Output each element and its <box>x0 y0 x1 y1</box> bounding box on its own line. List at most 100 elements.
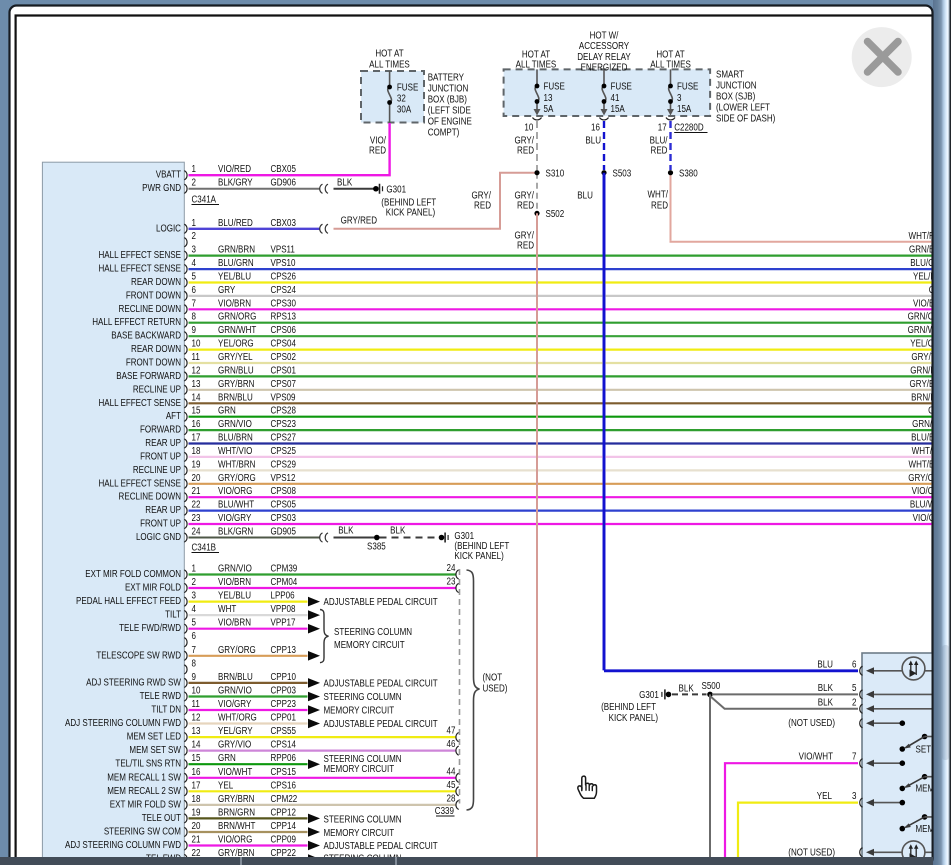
svg-text:RED: RED <box>651 200 668 211</box>
svg-text:11: 11 <box>192 698 200 709</box>
svg-text:23: 23 <box>447 576 456 587</box>
svg-text:MEMORY CIRCUIT: MEMORY CIRCUIT <box>323 827 394 838</box>
svg-text:RED: RED <box>517 240 534 251</box>
svg-text:6: 6 <box>192 630 196 641</box>
svg-text:GRY/BRN: GRY/BRN <box>910 378 946 389</box>
svg-text:CPS23: CPS23 <box>271 418 296 429</box>
svg-text:HOT AT: HOT AT <box>522 49 551 60</box>
svg-text:CPS05: CPS05 <box>271 499 296 510</box>
svg-text:ALL TIMES: ALL TIMES <box>650 59 691 70</box>
svg-text:GRN/BRN: GRN/BRN <box>218 244 255 255</box>
svg-text:BLU/WHT: BLU/WHT <box>910 499 947 510</box>
svg-text:CPS16: CPS16 <box>271 780 296 791</box>
svg-text:KICK PANEL): KICK PANEL) <box>454 550 503 561</box>
svg-text:(LOWER LEFT: (LOWER LEFT <box>716 102 770 113</box>
svg-text:RECLINE UP: RECLINE UP <box>133 464 181 475</box>
svg-text:BOX (BJB): BOX (BJB) <box>428 94 467 105</box>
svg-text:CPP13: CPP13 <box>271 644 296 655</box>
svg-text:BRN/WHT: BRN/WHT <box>218 820 256 831</box>
svg-text:7: 7 <box>192 644 196 655</box>
svg-text:FRONT DOWN: FRONT DOWN <box>126 357 181 368</box>
svg-text:FUSE: FUSE <box>543 81 564 92</box>
svg-text:GRY/VIO: GRY/VIO <box>218 739 251 750</box>
svg-text:46: 46 <box>447 738 456 749</box>
svg-text:ALL TIMES: ALL TIMES <box>516 59 557 70</box>
svg-text:SMART: SMART <box>716 69 744 80</box>
svg-text:VIO/BRN: VIO/BRN <box>218 298 251 309</box>
svg-text:GRN: GRN <box>218 405 236 416</box>
svg-text:19: 19 <box>192 807 201 818</box>
svg-text:SET: SET <box>915 744 931 755</box>
svg-text:C341B: C341B <box>192 542 217 553</box>
svg-text:13: 13 <box>192 725 201 736</box>
svg-text:32: 32 <box>397 93 406 104</box>
svg-text:STEERING COLUMN: STEERING COLUMN <box>334 626 412 637</box>
svg-text:WHT/BRN: WHT/BRN <box>218 459 255 470</box>
svg-text:CPM22: CPM22 <box>271 793 298 804</box>
svg-text:CBX03: CBX03 <box>271 217 296 228</box>
svg-text:YEL/ORG: YEL/ORG <box>910 338 946 349</box>
svg-text:(NOT USED): (NOT USED) <box>788 847 835 858</box>
svg-text:CPS27: CPS27 <box>271 432 296 443</box>
svg-text:GRN: GRN <box>928 405 946 416</box>
svg-text:VIO/BRN: VIO/BRN <box>218 617 251 628</box>
svg-text:18: 18 <box>192 445 201 456</box>
svg-text:VPS12: VPS12 <box>271 472 296 483</box>
svg-text:20: 20 <box>192 820 201 831</box>
svg-text:BLU/WHT: BLU/WHT <box>218 499 255 510</box>
svg-text:MEMORY CIRCUIT: MEMORY CIRCUIT <box>334 639 405 650</box>
svg-text:YEL/BLU: YEL/BLU <box>218 590 251 601</box>
svg-text:BLK: BLK <box>679 683 694 694</box>
svg-text:BLU/BRN: BLU/BRN <box>218 432 253 443</box>
svg-text:S503: S503 <box>612 168 631 179</box>
svg-text:STEERING COLUMN: STEERING COLUMN <box>323 753 401 764</box>
svg-text:RECLINE DOWN: RECLINE DOWN <box>119 491 181 502</box>
svg-text:14: 14 <box>192 739 201 750</box>
svg-text:CPS28: CPS28 <box>271 405 296 416</box>
svg-text:AFT: AFT <box>166 410 182 421</box>
svg-text:ADJ STEERING COLUMN FWD: ADJ STEERING COLUMN FWD <box>65 839 181 850</box>
svg-text:MEM: MEM <box>915 783 934 794</box>
svg-text:PWR GND: PWR GND <box>142 183 181 194</box>
svg-text:2: 2 <box>192 576 196 587</box>
svg-text:GRY/BRN: GRY/BRN <box>218 793 254 804</box>
svg-text:15: 15 <box>192 405 201 416</box>
svg-text:8: 8 <box>192 658 196 669</box>
svg-text:5: 5 <box>192 271 196 282</box>
svg-text:G301: G301 <box>639 689 659 700</box>
svg-text:S380: S380 <box>679 168 698 179</box>
svg-text:REAR DOWN: REAR DOWN <box>131 276 181 287</box>
svg-text:WHT/RED: WHT/RED <box>909 230 947 241</box>
svg-text:LPP06: LPP06 <box>271 590 295 601</box>
svg-text:BLK: BLK <box>818 682 833 693</box>
svg-text:FRONT UP: FRONT UP <box>140 518 181 529</box>
svg-text:1: 1 <box>192 217 196 228</box>
svg-text:ADJUSTABLE PEDAL CIRCUIT: ADJUSTABLE PEDAL CIRCUIT <box>323 718 438 729</box>
svg-text:MEMORY CIRCUIT: MEMORY CIRCUIT <box>323 763 394 774</box>
svg-text:VIO/GRY: VIO/GRY <box>218 698 251 709</box>
svg-text:GRY/ORG: GRY/ORG <box>218 472 256 483</box>
svg-text:GRY/ORG: GRY/ORG <box>218 644 256 655</box>
svg-text:BRN/BLU: BRN/BLU <box>911 392 946 403</box>
svg-text:12: 12 <box>192 365 201 376</box>
svg-text:GRN/BLU: GRN/BLU <box>910 365 946 376</box>
svg-text:VIO/ORG: VIO/ORG <box>218 485 252 496</box>
svg-text:6: 6 <box>192 284 196 295</box>
svg-text:5A: 5A <box>543 103 553 114</box>
svg-text:WHT/ORG: WHT/ORG <box>218 712 257 723</box>
svg-text:5: 5 <box>192 617 196 628</box>
svg-text:C339: C339 <box>435 805 454 816</box>
svg-text:RED: RED <box>517 145 534 156</box>
svg-text:BLU/GRN: BLU/GRN <box>218 257 254 268</box>
svg-text:30A: 30A <box>397 104 411 115</box>
svg-text:BLU: BLU <box>585 135 601 146</box>
svg-text:BATTERY: BATTERY <box>428 72 464 83</box>
svg-text:VPP17: VPP17 <box>271 617 296 628</box>
svg-text:GRN/VIO: GRN/VIO <box>218 685 252 696</box>
svg-text:VPP08: VPP08 <box>271 603 296 614</box>
svg-text:VIO/ORG: VIO/ORG <box>218 834 252 845</box>
svg-text:VIO/ORG: VIO/ORG <box>912 485 946 496</box>
svg-text:BLK: BLK <box>337 177 352 188</box>
svg-text:10: 10 <box>192 338 201 349</box>
svg-text:MEM RECALL 2 SW: MEM RECALL 2 SW <box>107 785 181 796</box>
